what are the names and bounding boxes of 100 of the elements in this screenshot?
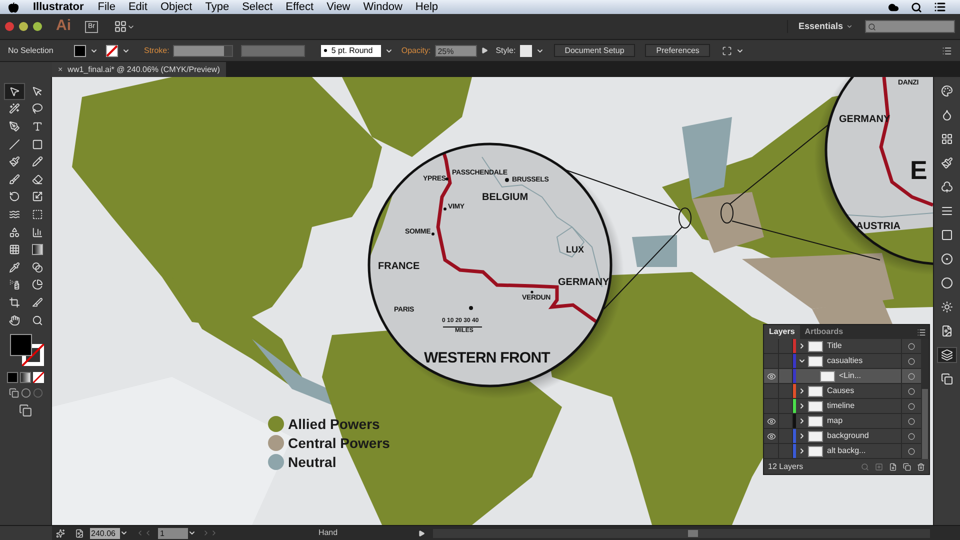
paintbrush-icon: [8, 156, 20, 168]
dropdown-caret-icon[interactable]: [122, 46, 130, 54]
workspace-switcher[interactable]: Essentials: [787, 20, 843, 34]
panel-menu-icon[interactable]: [917, 328, 926, 336]
target-circle-icon[interactable]: [908, 342, 915, 350]
variable-width-field[interactable]: [241, 44, 306, 56]
circle-icon: [941, 277, 953, 289]
fill-swatch[interactable]: [74, 44, 86, 56]
locate-object-icon[interactable]: [861, 462, 869, 470]
opacity-field[interactable]: 25%: [434, 44, 477, 56]
menu-item[interactable]: Window: [363, 0, 402, 16]
next-page-icon[interactable]: [202, 529, 210, 537]
selection-status: No Selection: [8, 44, 54, 56]
tool-button[interactable]: [4, 83, 24, 100]
cloud-icon[interactable]: [888, 2, 899, 12]
app-menu[interactable]: Illustrator: [33, 0, 84, 16]
none-mode-button[interactable]: [33, 372, 44, 384]
layer-row[interactable]: background: [764, 429, 921, 444]
screen-mode-icon[interactable]: [19, 404, 32, 418]
dropdown-caret-icon[interactable]: [385, 46, 394, 54]
toolbar-button[interactable]: Document Setup: [554, 44, 636, 57]
search-field[interactable]: [865, 20, 955, 33]
menu-icon[interactable]: [934, 1, 946, 13]
expand-caret-icon[interactable]: [798, 402, 806, 410]
expand-caret-icon[interactable]: [798, 342, 806, 350]
document-tab[interactable]: × ww1_final.ai* @ 240.06% (CMYK/Preview): [52, 62, 226, 77]
zoom-window-button[interactable]: [33, 22, 42, 31]
stroke-swatch[interactable]: [106, 44, 118, 56]
zoom-field[interactable]: 240.06: [90, 528, 120, 538]
brush-field[interactable]: 5 pt. Round: [321, 44, 382, 56]
play-arrow-icon[interactable]: [418, 530, 425, 536]
target-circle-icon[interactable]: [908, 448, 915, 454]
expand-caret-icon[interactable]: [798, 357, 806, 365]
panel-menu-icon[interactable]: [942, 46, 952, 56]
letter-t-icon: [32, 120, 42, 132]
layer-row[interactable]: timeline: [764, 399, 921, 414]
layer-thumbnail: [808, 446, 823, 456]
crop-icon: [8, 296, 20, 308]
layer-row[interactable]: map: [764, 414, 921, 429]
sparkle-icon[interactable]: [56, 528, 65, 538]
target-circle-icon[interactable]: [908, 432, 915, 440]
new-sublayer-icon[interactable]: [889, 462, 897, 470]
target-circle-icon[interactable]: [908, 388, 915, 394]
menu-item[interactable]: Object: [160, 0, 192, 16]
dashed-square-icon: [32, 208, 42, 220]
eye-icon: [766, 372, 776, 380]
style-swatch[interactable]: [520, 44, 532, 56]
dropdown-caret-icon[interactable]: [90, 46, 98, 54]
menu-item[interactable]: File: [98, 0, 116, 16]
target-circle-icon[interactable]: [908, 372, 915, 380]
expand-caret-icon[interactable]: [798, 432, 806, 440]
layer-row[interactable]: Title: [764, 339, 921, 354]
menu-item[interactable]: Type: [205, 0, 230, 16]
dropdown-caret-icon[interactable]: [120, 529, 128, 537]
tab-close-button[interactable]: ×: [58, 64, 63, 76]
menu-item[interactable]: Effect: [286, 0, 314, 16]
target-circle-icon[interactable]: [908, 402, 915, 410]
color-mode-button[interactable]: [7, 372, 18, 384]
menu-item[interactable]: Edit: [128, 0, 148, 16]
layer-row[interactable]: Causes: [764, 384, 921, 399]
dropdown-caret-icon[interactable]: [536, 46, 544, 54]
apple-logo-icon[interactable]: [8, 2, 19, 12]
panel-tab[interactable]: Layers: [764, 325, 800, 339]
fill-swatch[interactable]: [10, 334, 32, 356]
caret-icon[interactable]: [846, 23, 853, 30]
expand-caret-icon[interactable]: [798, 417, 806, 425]
dropdown-caret-icon[interactable]: [188, 529, 196, 537]
expand-caret-icon[interactable]: [798, 447, 806, 455]
panel-button[interactable]: [937, 347, 957, 363]
target-circle-icon[interactable]: [908, 358, 915, 364]
trash-icon[interactable]: [917, 462, 925, 470]
layer-row[interactable]: <Lin...: [764, 369, 921, 384]
draw-behind-icon[interactable]: [20, 388, 30, 398]
panel-tab[interactable]: Artboards: [800, 325, 848, 339]
play-arrow-icon[interactable]: [480, 47, 488, 54]
menu-item[interactable]: View: [326, 0, 350, 16]
layer-name: Causes: [827, 385, 854, 397]
menu-item[interactable]: Select: [242, 0, 273, 16]
minimize-window-button[interactable]: [19, 22, 28, 31]
pen-nib-icon: [8, 120, 20, 132]
menu-item[interactable]: Help: [415, 0, 438, 16]
knife-icon: [32, 296, 42, 308]
circle-dot-icon: [941, 253, 953, 265]
target-circle-icon[interactable]: [908, 418, 915, 424]
expand-caret-icon[interactable]: [798, 387, 806, 395]
toolbar-button[interactable]: Preferences: [645, 44, 710, 57]
lasso-icon: [32, 103, 42, 114]
layer-row[interactable]: alt backg...: [764, 444, 921, 459]
current-tool-status: Hand: [317, 527, 339, 539]
gradient-mode-button[interactable]: [20, 372, 31, 384]
layer-name: Title: [827, 340, 842, 352]
search-icon[interactable]: [911, 2, 922, 12]
scrollbar[interactable]: [921, 339, 929, 459]
horizontal-scrollbar[interactable]: [433, 528, 930, 538]
layer-row[interactable]: casualties: [764, 354, 921, 369]
dropdown-caret-icon[interactable]: [736, 46, 744, 54]
previous-page-icon[interactable]: [144, 529, 152, 537]
close-window-button[interactable]: [5, 22, 14, 31]
page-field[interactable]: 1: [158, 528, 188, 538]
stroke-weight-field[interactable]: [173, 44, 234, 56]
